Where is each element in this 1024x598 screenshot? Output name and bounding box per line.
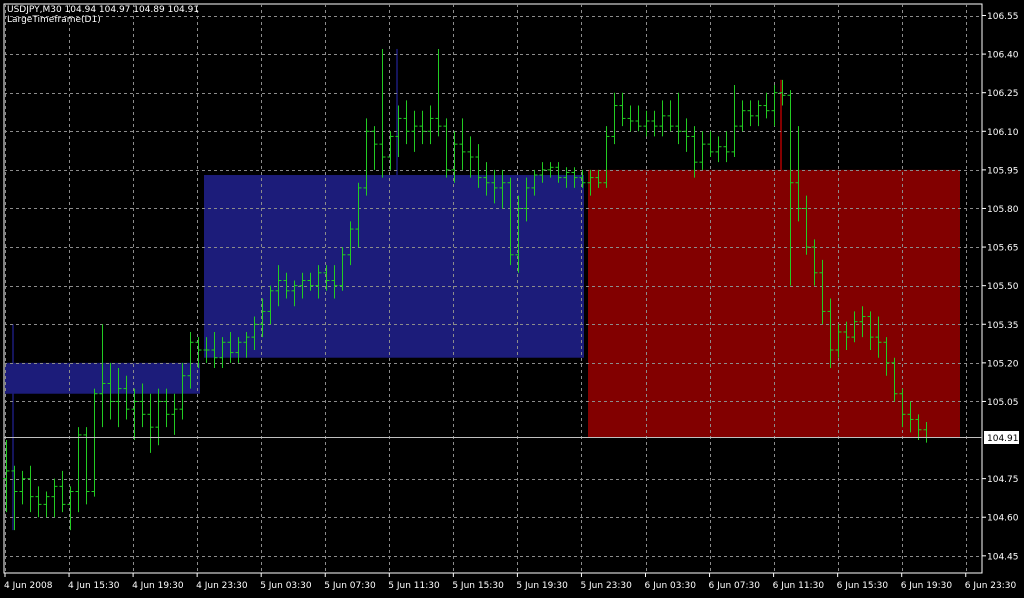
x-tick-label: 5 Jun 23:30 (580, 581, 632, 591)
x-tick-label: 6 Jun 15:30 (837, 581, 889, 591)
x-tick-label: 4 Jun 23:30 (196, 581, 248, 591)
y-tick-label: 105.35 (987, 321, 1019, 331)
y-tick-label: 105.20 (987, 359, 1019, 369)
x-tick-label: 4 Jun 2008 (4, 581, 53, 591)
y-tick-label: 105.05 (987, 398, 1019, 408)
current-price-label: 104.91 (987, 434, 1019, 444)
x-tick-label: 5 Jun 15:30 (452, 581, 504, 591)
y-tick-label: 105.65 (987, 244, 1019, 254)
x-tick-label: 4 Jun 19:30 (132, 581, 184, 591)
y-tick-label: 105.80 (987, 205, 1019, 215)
x-tick-label: 5 Jun 11:30 (388, 581, 440, 591)
y-tick-label: 105.50 (987, 282, 1019, 292)
y-tick-label: 104.45 (987, 552, 1019, 562)
indicator-label: LargeTimeframe(D1) (7, 15, 101, 25)
y-tick-label: 105.95 (987, 166, 1019, 176)
x-tick-label: 5 Jun 07:30 (324, 581, 376, 591)
y-tick-label: 104.75 (987, 475, 1019, 485)
y-tick-label: 106.40 (987, 51, 1019, 61)
y-tick-label: 106.25 (987, 89, 1019, 99)
x-tick-label: 5 Jun 19:30 (516, 581, 568, 591)
x-tick-label: 5 Jun 03:30 (260, 581, 312, 591)
x-tick-label: 6 Jun 03:30 (645, 581, 697, 591)
x-tick-label: 6 Jun 07:30 (709, 581, 761, 591)
y-tick-label: 104.60 (987, 514, 1019, 524)
x-tick-label: 4 Jun 15:30 (68, 581, 120, 591)
x-tick-label: 6 Jun 23:30 (965, 581, 1017, 591)
x-tick-label: 6 Jun 11:30 (773, 581, 825, 591)
chart-window: 106.55 106.40 106.25 106.10 105.95 105.80 105.… (0, 0, 1024, 594)
y-tick-label: 106.55 (987, 12, 1019, 22)
x-tick-label: 6 Jun 19:30 (901, 581, 953, 591)
y-tick-label: 106.10 (987, 128, 1019, 138)
ohlc-chart[interactable]: 106.55 106.40 106.25 106.10 105.95 105.80 105.… (0, 0, 1024, 594)
